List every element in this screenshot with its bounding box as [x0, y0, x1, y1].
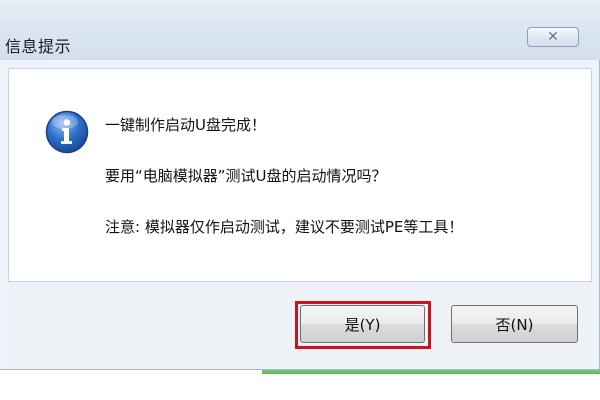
- no-button[interactable]: 否(N): [451, 305, 578, 343]
- message-dialog: 信息提示 ✕ 一键制作启动U盘完成！ 要用“电脑模拟器”测试U盘的启动情况吗？ …: [0, 0, 600, 370]
- message-line-3: 注意: 模拟器仅作启动测试，建议不要测试PE等工具！: [105, 218, 464, 236]
- screen: 信息提示 ✕ 一键制作启动U盘完成！ 要用“电脑模拟器”测试U盘的启动情况吗？ …: [0, 0, 600, 400]
- message-line-2: 要用“电脑模拟器”测试U盘的启动情况吗？: [105, 167, 387, 185]
- close-icon: ✕: [547, 29, 559, 45]
- message-panel: 一键制作启动U盘完成！ 要用“电脑模拟器”测试U盘的启动情况吗？ 注意: 模拟器…: [8, 68, 592, 282]
- close-button[interactable]: ✕: [527, 27, 579, 47]
- dialog-title: 信息提示: [5, 37, 72, 56]
- title-bar[interactable]: 信息提示 ✕: [0, 0, 600, 60]
- message-line-1: 一键制作启动U盘完成！: [105, 116, 266, 134]
- info-icon: [45, 110, 89, 154]
- yes-button[interactable]: 是(Y): [300, 305, 425, 343]
